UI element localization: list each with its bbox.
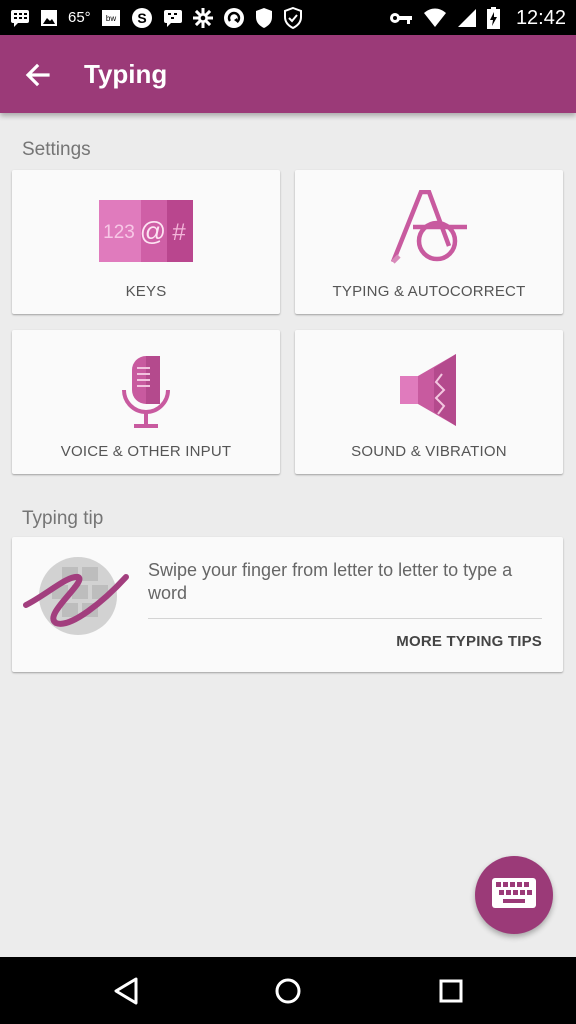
keys-icon-hash: # [172, 219, 186, 246]
keys-icon-numbers: 123 [103, 222, 135, 243]
tile-keys-label: KEYS [125, 283, 167, 300]
divider [148, 618, 542, 619]
clock-time: 12:42 [515, 6, 566, 29]
weather-channel-icon: bw [101, 9, 121, 27]
page-title: Typing [84, 59, 168, 89]
tile-keys[interactable]: 123 @ # KEYS [12, 170, 280, 314]
skype-icon: S [131, 7, 153, 29]
wifi-icon [423, 8, 447, 28]
tile-sound-vibration-label: SOUND & VIBRATION [351, 443, 507, 460]
recents-square-icon[interactable] [436, 976, 466, 1006]
sync-icon [223, 7, 245, 29]
microphone-icon [120, 354, 172, 435]
tile-typing-autocorrect[interactable]: TYPING & AUTOCORRECT [295, 170, 563, 314]
tile-typing-autocorrect-label: TYPING & AUTOCORRECT [332, 283, 526, 300]
settings-gear-icon [192, 7, 213, 28]
typing-tip-text: Swipe your finger from letter to letter … [148, 560, 513, 603]
speaker-vibration-icon [398, 352, 460, 433]
typing-tip-card: Swipe your finger from letter to letter … [12, 537, 563, 672]
back-triangle-icon[interactable] [112, 976, 142, 1006]
more-typing-tips-button[interactable]: MORE TYPING TIPS [396, 633, 542, 650]
settings-section-label: Settings [22, 139, 91, 160]
tile-voice-other-input[interactable]: VOICE & OTHER INPUT [12, 330, 280, 474]
image-icon [40, 9, 58, 27]
bbm-icon [10, 9, 30, 27]
bbm-chat-icon [163, 9, 183, 27]
vpn-key-icon [389, 11, 413, 25]
keys-icon-at: @ [140, 216, 166, 246]
signal-icon [457, 8, 477, 28]
shield-check-icon [283, 6, 303, 29]
temperature-text: 65° [68, 9, 91, 26]
autocorrect-icon [387, 189, 471, 273]
keys-icon: 123 @ # [99, 200, 193, 267]
keyboard-fab-button[interactable] [475, 856, 553, 934]
swipe-gesture-icon [22, 553, 134, 642]
tile-voice-other-input-label: VOICE & OTHER INPUT [60, 443, 232, 460]
typing-tip-section-label: Typing tip [22, 508, 104, 529]
keyboard-icon [492, 877, 536, 913]
arrow-back-icon[interactable] [22, 59, 54, 91]
app-bar: Typing [0, 35, 576, 113]
battery-charging-icon [486, 6, 500, 29]
system-nav-bar [0, 957, 576, 1024]
shield-icon [255, 7, 273, 29]
home-circle-icon[interactable] [273, 976, 303, 1006]
status-left: 65° bw S [10, 6, 303, 29]
svg-text:S: S [137, 10, 146, 26]
status-right: 12:42 [389, 6, 566, 29]
status-bar: 65° bw S 12:42 [0, 0, 576, 35]
tile-sound-vibration[interactable]: SOUND & VIBRATION [295, 330, 563, 474]
svg-text:bw: bw [106, 14, 116, 23]
